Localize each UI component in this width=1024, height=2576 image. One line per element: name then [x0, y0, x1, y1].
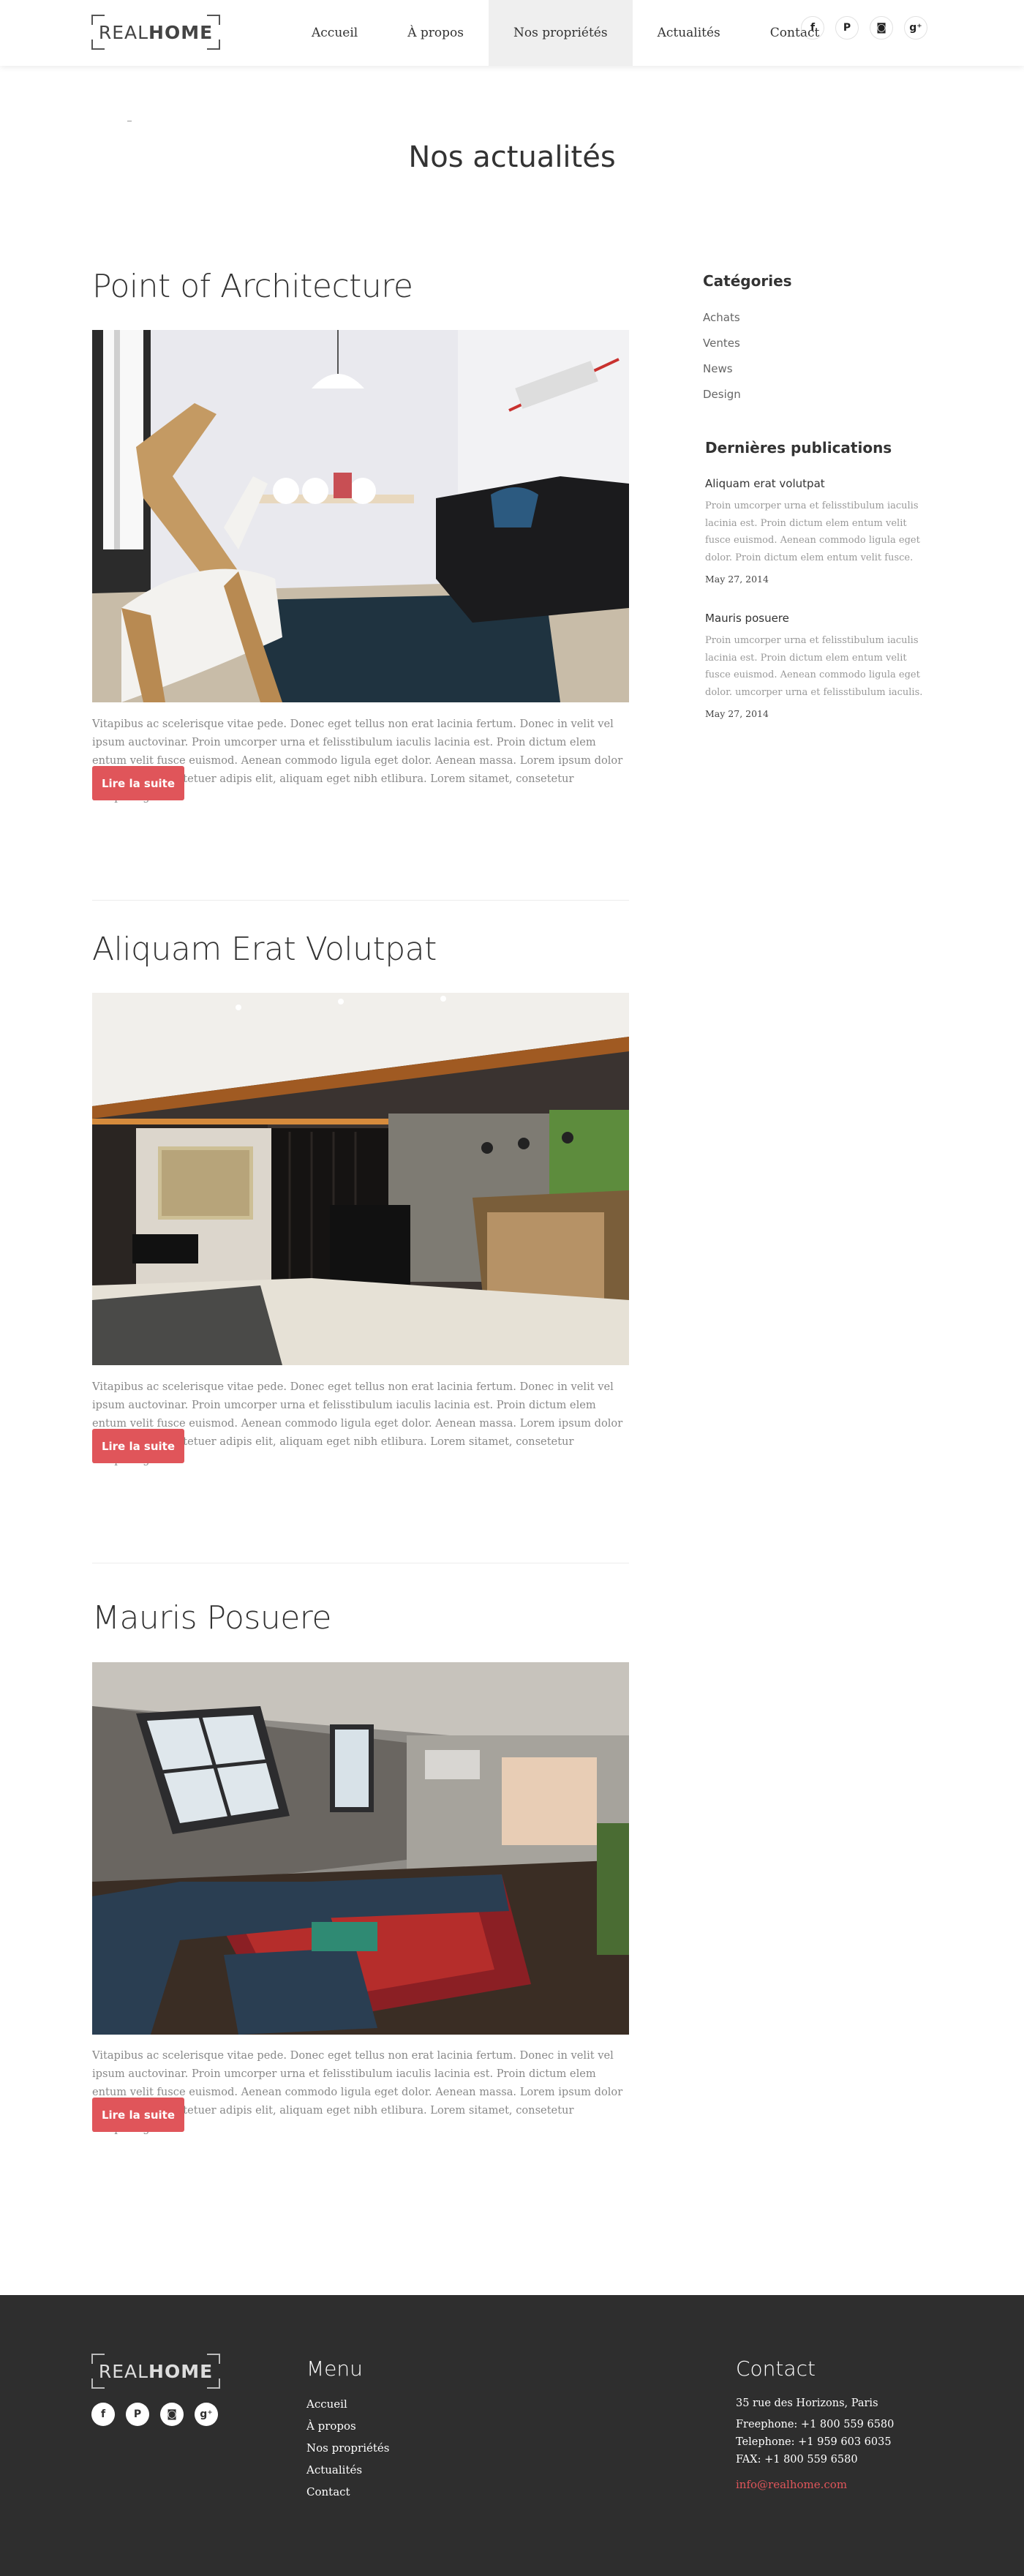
- instagram-icon[interactable]: ◙: [870, 16, 893, 40]
- post-image[interactable]: [92, 1662, 629, 2035]
- categories-heading: Catégories: [703, 272, 792, 290]
- post-divider: [92, 900, 629, 901]
- footer-email-link[interactable]: info@realhome.com: [736, 2478, 847, 2491]
- read-more-button[interactable]: Lire la suite: [92, 766, 184, 800]
- recent-posts-heading: Dernières publications: [705, 439, 892, 457]
- post-title[interactable]: Mauris Posuere: [92, 1599, 629, 1638]
- post: Point of Architecture Vitapibus ac scele…: [92, 267, 629, 803]
- footer-logo[interactable]: REALHOME: [91, 2353, 221, 2389]
- instagram-icon[interactable]: ◙: [160, 2403, 184, 2426]
- pinterest-icon[interactable]: P: [126, 2403, 149, 2426]
- footer-menu-item[interactable]: Actualités: [306, 2463, 362, 2477]
- google-plus-icon[interactable]: g⁺: [195, 2403, 218, 2426]
- footer-fax: FAX: +1 800 559 6580: [736, 2454, 858, 2466]
- footer-menu-item[interactable]: Nos propriétés: [306, 2441, 389, 2455]
- footer-menu-item[interactable]: Accueil: [306, 2397, 347, 2411]
- footer-freephone: Freephone: +1 800 559 6580: [736, 2419, 895, 2430]
- post-title[interactable]: Aliquam Erat Volutpat: [92, 930, 629, 969]
- logo[interactable]: REALHOME: [91, 14, 221, 50]
- post-title[interactable]: Point of Architecture: [92, 267, 629, 307]
- google-plus-icon[interactable]: g⁺: [904, 16, 927, 40]
- nav-item-nos-proprietes[interactable]: Nos propriétés: [488, 0, 633, 66]
- site-footer: REALHOME f P ◙ g⁺ Menu Accueil À propos …: [0, 2295, 1024, 2576]
- footer-menu-heading: Menu: [306, 2357, 363, 2381]
- pinterest-icon[interactable]: P: [835, 16, 859, 40]
- category-link[interactable]: Achats: [703, 311, 740, 324]
- read-more-button[interactable]: Lire la suite: [92, 1429, 184, 1463]
- header-social: f P ◙ g⁺: [801, 16, 927, 40]
- recent-post-excerpt: Proin umcorper urna et felisstibulum iac…: [705, 635, 923, 698]
- nav-item-a-propos[interactable]: À propos: [383, 0, 489, 66]
- page-title: Nos actualités: [408, 140, 616, 174]
- footer-address: 35 rue des Horizons, Paris: [736, 2397, 878, 2409]
- recent-post-title[interactable]: Mauris posuere: [705, 612, 789, 625]
- site-header: REALHOME Accueil À propos Nos propriétés…: [0, 0, 1024, 66]
- footer-contact-heading: Contact: [736, 2357, 816, 2381]
- main-nav: Accueil À propos Nos propriétés Actualit…: [287, 0, 844, 66]
- footer-menu-item[interactable]: À propos: [306, 2419, 356, 2433]
- footer-menu-item[interactable]: Contact: [306, 2485, 350, 2498]
- post: Aliquam Erat Volutpat Vitapibus ac scele…: [92, 930, 629, 1466]
- category-link[interactable]: News: [703, 362, 733, 375]
- recent-post-date: May 27, 2014: [705, 574, 769, 585]
- post: Mauris Posuere Vitapibus ac scelerisque …: [92, 1599, 629, 2135]
- facebook-icon[interactable]: f: [91, 2403, 115, 2426]
- read-more-button[interactable]: Lire la suite: [92, 2098, 184, 2132]
- post-image[interactable]: [92, 330, 629, 702]
- post-image[interactable]: [92, 993, 629, 1365]
- nav-item-accueil[interactable]: Accueil: [287, 0, 383, 66]
- footer-social: f P ◙ g⁺: [91, 2403, 218, 2426]
- recent-post-excerpt: Proin umcorper urna et felisstibulum iac…: [705, 500, 920, 563]
- recent-post-title[interactable]: Aliquam erat volutpat: [705, 477, 825, 490]
- category-link[interactable]: Design: [703, 388, 741, 401]
- nav-item-actualites[interactable]: Actualités: [633, 0, 745, 66]
- facebook-icon[interactable]: f: [801, 16, 824, 40]
- footer-telephone: Telephone: +1 959 603 6035: [736, 2436, 892, 2448]
- recent-post-date: May 27, 2014: [705, 708, 769, 719]
- category-link[interactable]: Ventes: [703, 337, 740, 350]
